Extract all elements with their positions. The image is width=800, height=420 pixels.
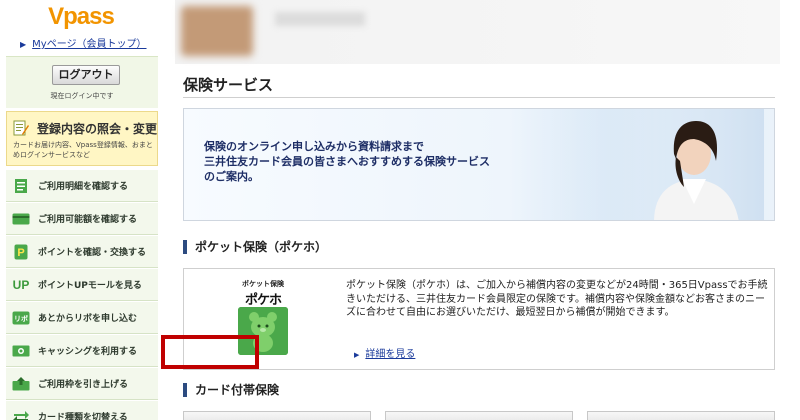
banner-line: 保険のオンライン申し込みから資料請求まで <box>204 140 424 153</box>
revo-icon: リボ <box>8 311 34 325</box>
details-link-label[interactable]: 詳細を見る <box>365 349 415 360</box>
card-insurance-heading: カード付帯保険 <box>183 383 279 397</box>
sidebar-menu: ご利用明細を確認する ご利用可能額を確認する P ポイントを確認・交換する UP… <box>6 169 158 420</box>
svg-text:リボ: リボ <box>14 314 28 323</box>
login-status: 現在ログイン中です <box>50 92 114 100</box>
logout-button[interactable]: ログアウト <box>52 65 120 85</box>
point-icon: P <box>8 244 34 260</box>
card-insurance-tabs <box>183 411 775 420</box>
login-box: ログアウト 現在ログイン中です <box>6 56 158 108</box>
sidebar-item-statement[interactable]: ご利用明細を確認する <box>6 169 158 202</box>
highlight-box <box>161 335 259 369</box>
pocket-logo-big-text: ポケホ <box>244 293 282 308</box>
registration-box[interactable]: 登録内容の照会・変更 カードお届け内容、Vpass登録情報、おまとめログインサー… <box>6 111 158 166</box>
blurred-user-info <box>275 12 365 26</box>
user-header-blurred <box>175 0 780 64</box>
mypage-link[interactable]: ▶ Myページ（会員トップ） <box>20 35 147 50</box>
sidebar-item-revo[interactable]: リボ あとからリボを申し込む <box>6 301 158 334</box>
document-icon <box>8 178 34 194</box>
sidebar-item-switch-card[interactable]: カード種類を切替える <box>6 400 158 420</box>
sidebar-item-label: ポイントUPモールを見る <box>38 281 142 291</box>
details-link[interactable]: ▶ 詳細を見る <box>354 345 415 360</box>
main-content: 保険サービス 保険のオンライン申し込みから資料請求まで 三井住友カード会員の皆さ… <box>175 0 800 420</box>
banner-woman-image <box>534 109 764 220</box>
card-insurance-tab[interactable] <box>587 411 775 420</box>
switch-icon <box>8 410 34 420</box>
sidebar-item-label: キャッシングを利用する <box>38 347 138 357</box>
card-icon <box>8 213 34 225</box>
sidebar: Vpass ▶ Myページ（会員トップ） ログアウト 現在ログイン中です 登録内容… <box>0 0 162 420</box>
sidebar-item-limit-up[interactable]: ご利用枠を引き上げる <box>6 367 158 400</box>
arrow-right-icon: ▶ <box>354 351 360 359</box>
pocket-insurance-description: ポケット保険（ポケホ）は、ご加入から補償内容の変更などが24時間・365日Vpa… <box>346 280 768 318</box>
sidebar-item-label: あとからリボを申し込む <box>38 314 138 324</box>
sidebar-item-label: ご利用明細を確認する <box>38 182 129 192</box>
banner-line: 三井住友カード会員の皆さまへおすすめする保険サービス <box>204 155 490 168</box>
title-divider <box>183 97 775 98</box>
pocket-insurance-box: ポケット保険 ポケホ ポケット保険（ポケホ）は、ご加入から補償内容の変更などが2… <box>183 268 775 370</box>
sidebar-item-label: カード種類を切替える <box>38 413 128 420</box>
avatar <box>181 6 253 56</box>
edit-icon <box>13 120 29 136</box>
sidebar-item-label: ご利用可能額を確認する <box>38 215 138 225</box>
mypage-link-label[interactable]: Myページ（会員トップ） <box>32 39 146 50</box>
card-insurance-tab[interactable] <box>183 411 371 420</box>
up-icon: UP <box>12 277 30 292</box>
banner-text: 保険のオンライン申し込みから資料請求まで 三井住友カード会員の皆さまへおすすめす… <box>204 139 490 184</box>
sidebar-item-point-up-mall[interactable]: UP ポイントUPモールを見る <box>6 268 158 301</box>
sidebar-item-points[interactable]: P ポイントを確認・交換する <box>6 235 158 268</box>
svg-text:P: P <box>17 247 24 259</box>
pocket-logo-small-text: ポケット保険 <box>242 280 284 288</box>
card-insurance-tab[interactable] <box>385 411 573 420</box>
registration-description: カードお届け内容、Vpass登録情報、おまとめログインサービスなど <box>13 141 153 159</box>
arrow-right-icon: ▶ <box>20 40 27 49</box>
insurance-banner: 保険のオンライン申し込みから資料請求まで 三井住友カード会員の皆さまへおすすめす… <box>183 108 775 221</box>
pocket-insurance-heading: ポケット保険（ポケホ） <box>183 240 327 254</box>
banner-line: のご案内。 <box>204 170 259 183</box>
limit-up-icon <box>8 376 34 391</box>
sidebar-item-label: ご利用枠を引き上げる <box>38 380 129 390</box>
vpass-logo[interactable]: Vpass <box>48 5 115 29</box>
page-title: 保険サービス <box>183 76 274 94</box>
registration-title[interactable]: 登録内容の照会・変更 <box>37 120 157 137</box>
cash-icon <box>8 345 34 357</box>
sidebar-item-cashing[interactable]: キャッシングを利用する <box>6 334 158 367</box>
sidebar-item-available-amount[interactable]: ご利用可能額を確認する <box>6 202 158 235</box>
sidebar-item-label: ポイントを確認・交換する <box>38 248 147 258</box>
